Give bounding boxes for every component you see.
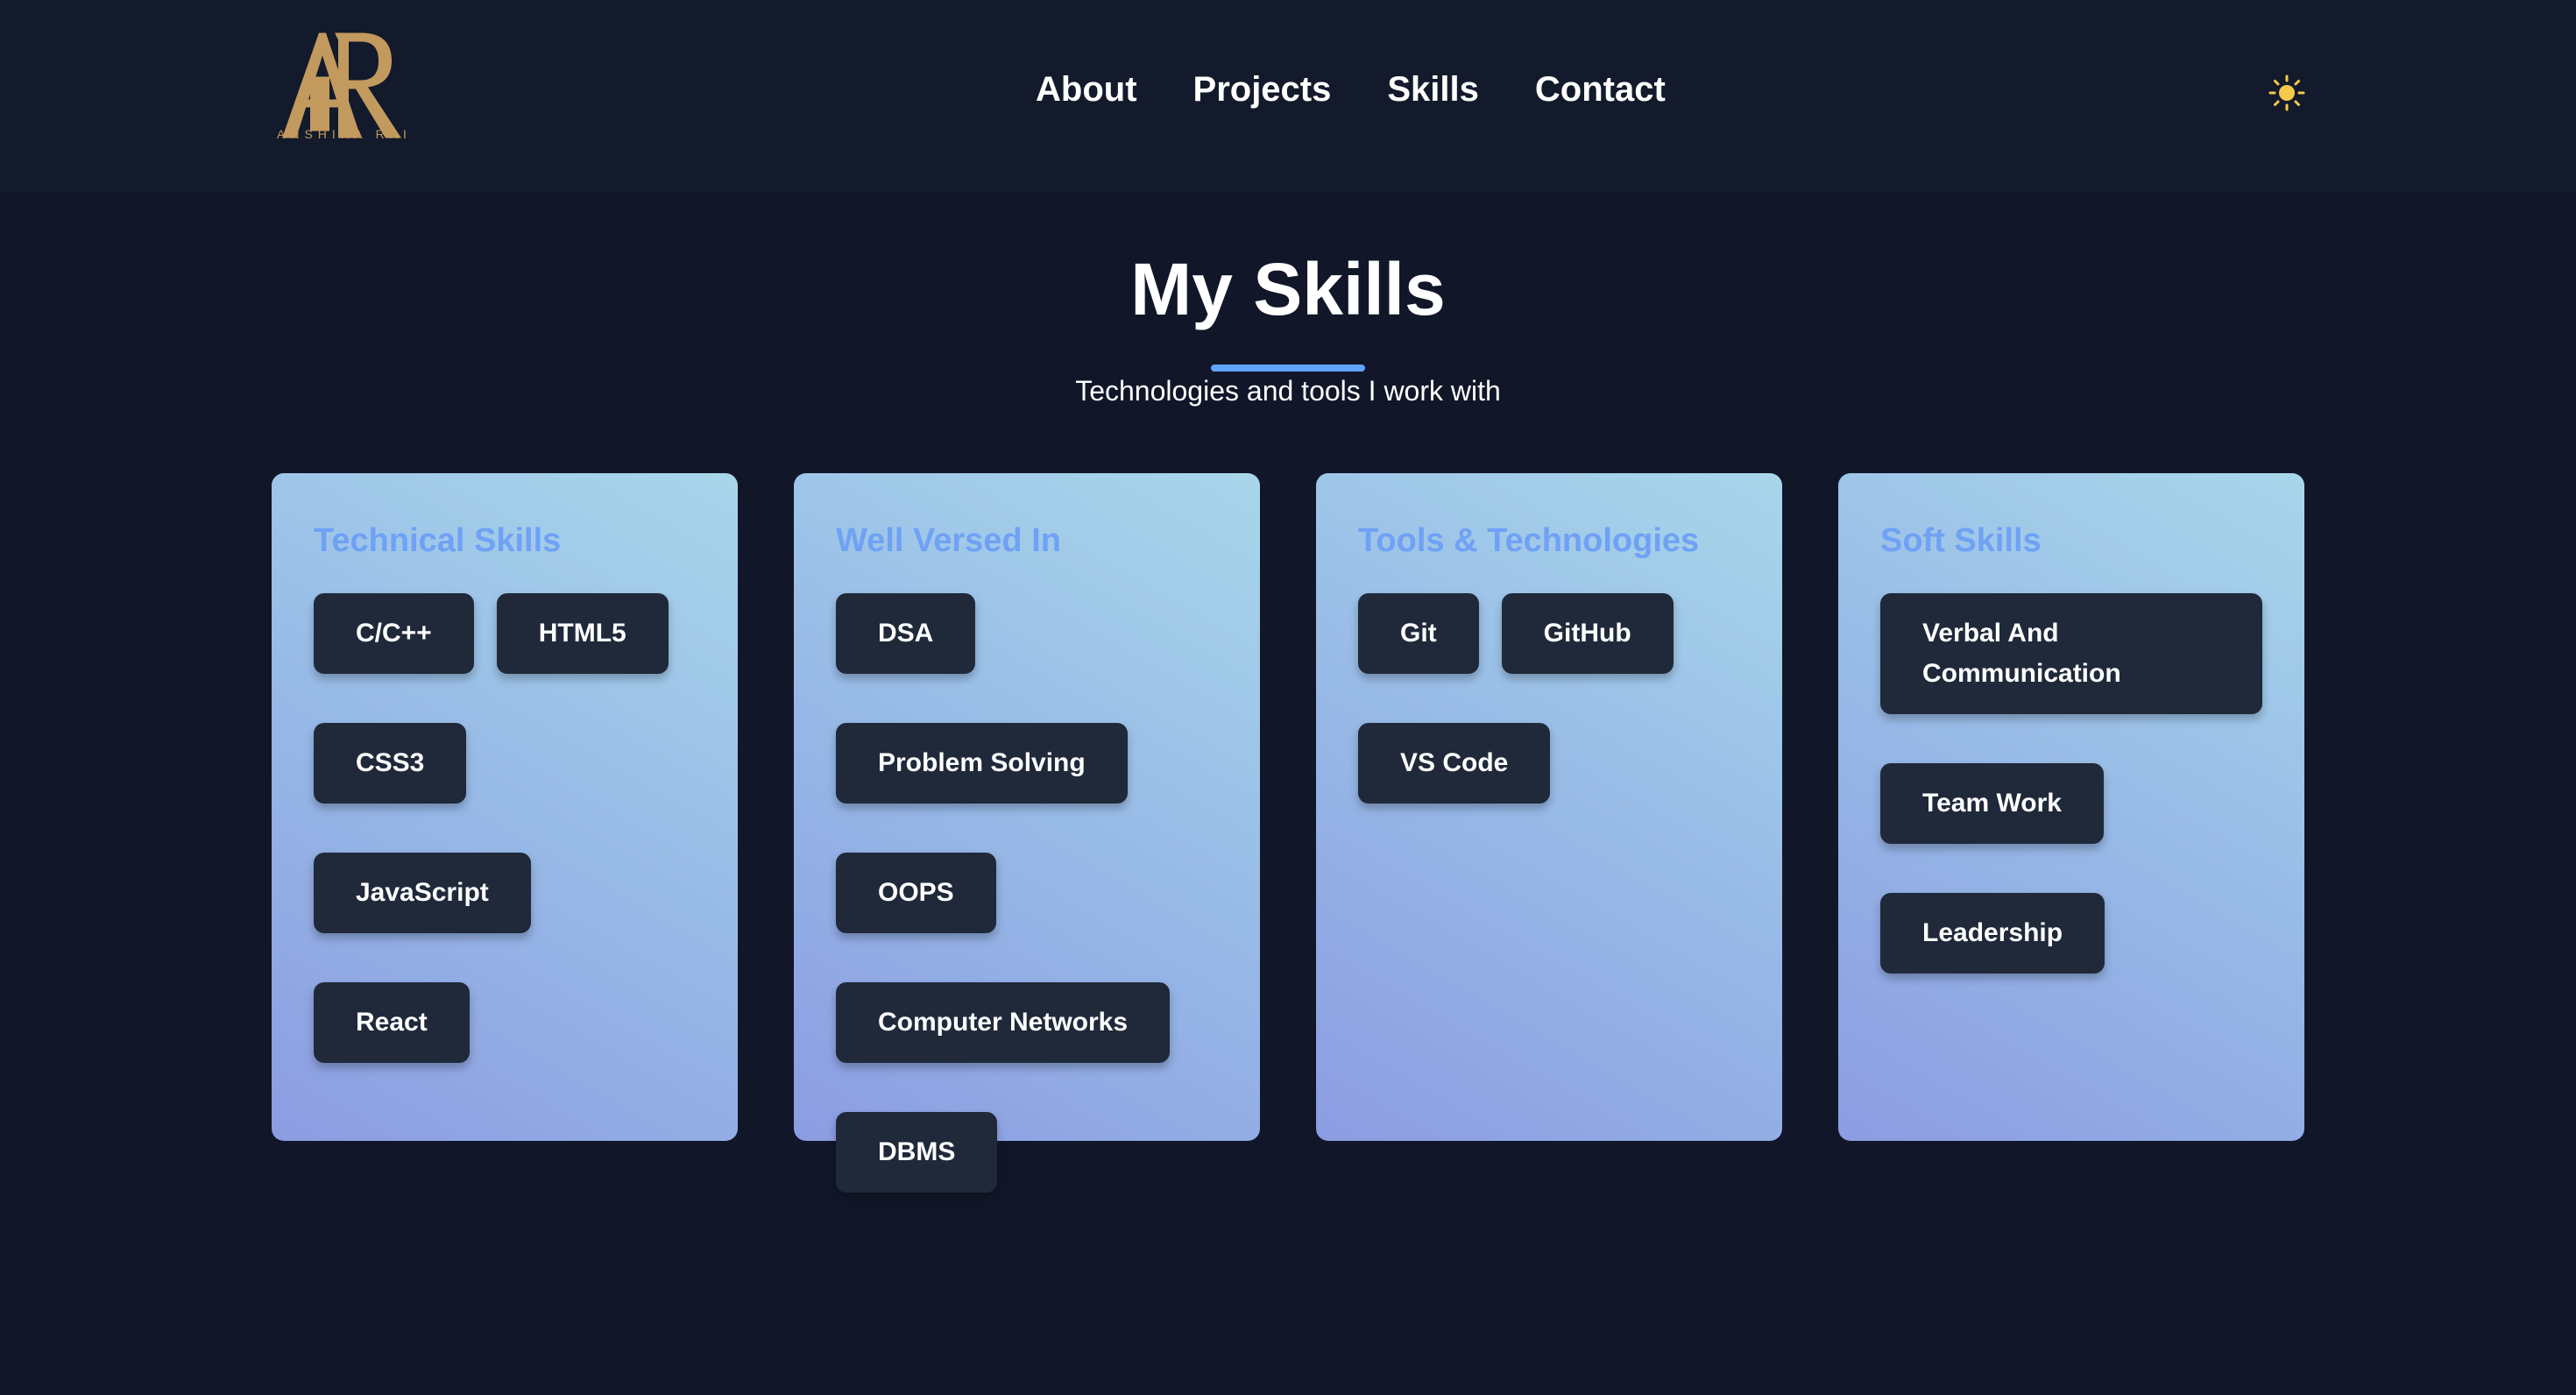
nav-about[interactable]: About [1036, 70, 1137, 110]
nav-skills[interactable]: Skills [1387, 70, 1479, 110]
page-title: My Skills [1130, 248, 1446, 330]
card-title: Tools & Technologies [1358, 522, 1700, 559]
skill-chip: Team Work [1880, 763, 2104, 844]
card-title: Well Versed In [836, 522, 1061, 559]
skill-chip: CSS3 [314, 723, 467, 804]
skill-chip: DBMS [836, 1112, 998, 1193]
skill-chip: DSA [836, 593, 976, 674]
sun-icon[interactable] [2268, 74, 2306, 112]
skill-chip: VS Code [1358, 723, 1551, 804]
page-subtitle: Technologies and tools I work with [1075, 375, 1501, 407]
skill-chip: React [314, 982, 470, 1063]
skill-chips: DSA Problem Solving OOPS Computer Networ… [836, 593, 1218, 1193]
skill-chip: GitHub [1501, 593, 1674, 674]
nav-projects[interactable]: Projects [1193, 70, 1332, 110]
skill-card-tools: Tools & Technologies Git GitHub VS Code [1316, 473, 1782, 1141]
skill-chips: Verbal And Communication Team Work Leade… [1880, 593, 2262, 974]
skill-card-well-versed: Well Versed In DSA Problem Solving OOPS … [794, 473, 1260, 1193]
main-nav: About Projects Skills Contact [1036, 70, 1666, 110]
site-header: ANSHIKA RAI About Projects Skills Contac… [0, 0, 2576, 193]
skill-chip: Problem Solving [836, 723, 1128, 804]
logo-caption: ANSHIKA RAI [277, 127, 412, 141]
card-title: Technical Skills [314, 522, 562, 559]
skill-card-soft: Soft Skills Verbal And Communication Tea… [1838, 473, 2304, 1141]
skill-chips: C/C++ HTML5 CSS3 JavaScript React [314, 593, 696, 1063]
skill-chip: C/C++ [314, 593, 474, 674]
skill-chip: Verbal And Communication [1880, 593, 2262, 714]
title-underline [1211, 365, 1365, 372]
skill-chip: Computer Networks [836, 982, 1171, 1063]
skill-chip: Git [1358, 593, 1479, 674]
skill-chip: JavaScript [314, 853, 531, 933]
skill-chip: Leadership [1880, 893, 2105, 974]
card-title: Soft Skills [1880, 522, 2042, 559]
skill-chip: HTML5 [496, 593, 669, 674]
skill-chip: OOPS [836, 853, 996, 933]
nav-contact[interactable]: Contact [1535, 70, 1666, 110]
skill-chips: Git GitHub VS Code [1358, 593, 1740, 804]
skill-card-technical: Technical Skills C/C++ HTML5 CSS3 JavaSc… [272, 473, 738, 1141]
